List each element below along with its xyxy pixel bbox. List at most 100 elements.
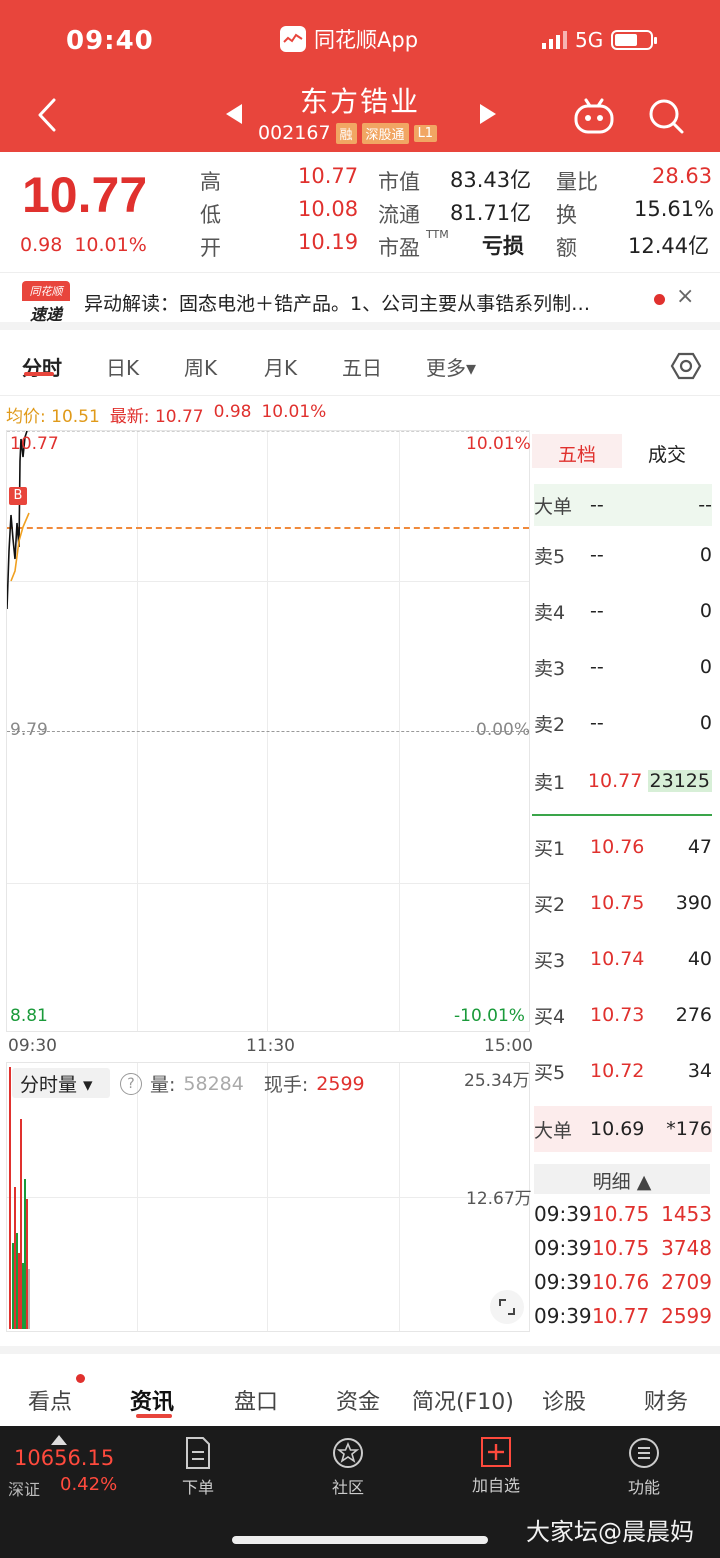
- level-price: 10.73: [590, 1004, 645, 1026]
- volume-top-label: 25.34万: [464, 1071, 530, 1091]
- mcap-value: 83.43亿: [450, 168, 532, 192]
- latest-pct: 10.01%: [261, 402, 327, 422]
- pe-label: 市盈: [378, 236, 420, 260]
- volume-bar: [20, 1119, 22, 1329]
- intraday-chart[interactable]: B: [6, 430, 530, 1032]
- order-button[interactable]: 下单: [158, 1436, 238, 1498]
- search-icon[interactable]: [646, 96, 686, 136]
- level-qty: 276: [675, 1004, 712, 1026]
- news-logo-top: 同花顺: [22, 281, 70, 301]
- pct-label-top: 10.01%: [466, 434, 531, 454]
- tab-five-day[interactable]: 五日: [342, 352, 382, 381]
- volume-bar: [22, 1263, 24, 1329]
- tab-diagnosis[interactable]: 诊股: [542, 1384, 586, 1416]
- level-qty: 47: [687, 836, 712, 858]
- tab-intraday[interactable]: 分时: [22, 352, 62, 381]
- tab-highlights[interactable]: 看点: [28, 1384, 72, 1416]
- tab-more[interactable]: 更多▾: [426, 352, 476, 381]
- tab-profile[interactable]: 简况(F10): [412, 1384, 514, 1416]
- function-button[interactable]: 功能: [604, 1436, 684, 1498]
- hand-value: 2599: [316, 1072, 365, 1095]
- tab-five-levels[interactable]: 五档: [532, 434, 622, 468]
- status-app: 同花顺App: [280, 24, 418, 54]
- volume-value: 58284: [183, 1072, 244, 1095]
- news-logo: 同花顺 速递: [22, 281, 70, 324]
- function-label: 功能: [627, 1478, 660, 1497]
- chart-settings-icon[interactable]: [670, 350, 702, 382]
- close-news-button[interactable]: ×: [676, 284, 694, 309]
- expand-icon[interactable]: [490, 1290, 524, 1324]
- tab-financials[interactable]: 财务: [644, 1384, 688, 1416]
- tab-news[interactable]: 资讯: [130, 1384, 174, 1416]
- prev-stock-icon[interactable]: [224, 102, 244, 126]
- open-label: 开: [200, 236, 221, 260]
- x-label-noon: 11:30: [246, 1036, 295, 1056]
- trade-detail-toggle[interactable]: 明细 ▲: [534, 1164, 710, 1194]
- price-change: 0.98: [20, 234, 63, 256]
- news-logo-bottom: 速递: [29, 305, 62, 324]
- trade-row: 09:39 10.75 3748: [534, 1236, 712, 1260]
- community-button[interactable]: 社区: [308, 1436, 388, 1498]
- volume-type-select[interactable]: 分时量 ▾: [12, 1068, 110, 1098]
- big-order-qty: --: [698, 494, 712, 516]
- trade-time: 09:39: [534, 1236, 592, 1260]
- big-order-qty: *176: [666, 1118, 712, 1140]
- tab-trades[interactable]: 成交: [622, 434, 712, 468]
- level-qty: 0: [699, 600, 712, 622]
- chart-tabs: 分时 日K 周K 月K 五日 更多▾: [0, 338, 720, 396]
- menu-icon: [629, 1438, 659, 1468]
- high-value: 10.77: [298, 164, 359, 188]
- level-label: 卖2: [534, 713, 566, 736]
- trade-price: 10.77: [592, 1304, 650, 1328]
- tab-capital[interactable]: 资金: [336, 1384, 380, 1416]
- volume-bar: [28, 1269, 30, 1329]
- hand-label: 现手:: [263, 1074, 309, 1096]
- volume-bar: [12, 1243, 14, 1329]
- stock-code: 002167: [258, 122, 331, 144]
- level-qty: 23125: [647, 770, 712, 792]
- price-change-row: 0.98 10.01%: [20, 234, 147, 256]
- float-value: 81.71亿: [450, 201, 532, 225]
- add-watchlist-button[interactable]: 加自选: [456, 1436, 536, 1496]
- signal-icon: [542, 31, 567, 49]
- news-ticker[interactable]: 同花顺 速递 异动解读：固态电池＋锆产品。1、公司主要从事锆系列制…: [0, 272, 720, 330]
- big-order-price: 10.69: [590, 1118, 645, 1140]
- price-change-pct: 10.01%: [74, 234, 147, 256]
- tab-monthly-k[interactable]: 月K: [264, 352, 297, 381]
- header: 09:40 同花顺App 5G 东方锆业 002167 融 深股通 L1: [0, 0, 720, 152]
- level-label: 买3: [534, 949, 566, 972]
- level-price: 10.76: [590, 836, 645, 858]
- trade-volume: 3748: [661, 1236, 712, 1260]
- tab-orderbook[interactable]: 盘口: [234, 1384, 278, 1416]
- trade-volume: 1453: [661, 1202, 712, 1226]
- level-price: --: [590, 544, 604, 566]
- avg-label: 均价:: [6, 407, 46, 427]
- big-order-bottom: 大单 10.69 *176: [534, 1106, 712, 1152]
- community-label: 社区: [331, 1478, 364, 1497]
- next-stock-icon[interactable]: [478, 102, 498, 126]
- quote-panel: 10.77 0.98 10.01% 高 10.77 低 10.08 开 10.1…: [0, 152, 720, 270]
- home-indicator[interactable]: [232, 1536, 488, 1544]
- level-label: 卖1: [534, 771, 566, 794]
- community-icon: [333, 1438, 363, 1468]
- price-line: [7, 431, 28, 610]
- buy-marker[interactable]: B: [9, 487, 27, 505]
- help-icon[interactable]: ?: [120, 1072, 142, 1095]
- news-text[interactable]: 异动解读：固态电池＋锆产品。1、公司主要从事锆系列制…: [84, 289, 636, 316]
- big-order-top: 大单 -- --: [534, 484, 712, 526]
- volume-bar: [18, 1253, 20, 1329]
- pe-value: 亏损: [482, 234, 524, 258]
- x-label-open: 09:30: [8, 1036, 57, 1056]
- volume-chart[interactable]: [6, 1062, 530, 1332]
- level-price: 10.77: [587, 770, 643, 792]
- robot-assistant-icon[interactable]: [572, 96, 616, 136]
- index-value[interactable]: 10656.15: [14, 1446, 114, 1470]
- sell-level-3: 卖3 -- 0: [534, 652, 712, 682]
- amount-label: 额: [556, 236, 577, 260]
- level-qty: 40: [687, 948, 712, 970]
- volume-label: 量:: [150, 1074, 176, 1096]
- tab-daily-k[interactable]: 日K: [106, 352, 139, 381]
- order-icon: [186, 1437, 210, 1469]
- tab-weekly-k[interactable]: 周K: [184, 352, 217, 381]
- buy-level-4: 买4 10.73 276: [534, 1000, 712, 1030]
